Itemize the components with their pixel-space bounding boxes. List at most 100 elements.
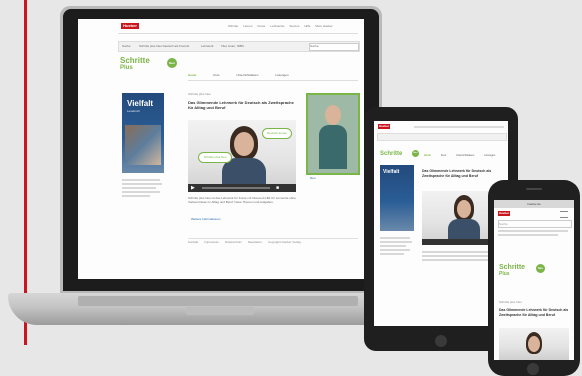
person-shirt bbox=[448, 219, 480, 241]
logo-subtext: Plus bbox=[499, 271, 510, 277]
article-headline: Das Glimmende Lehrwerk für Deutsch als Z… bbox=[188, 100, 294, 110]
caption-line bbox=[380, 253, 404, 255]
keyboard-area bbox=[78, 296, 358, 306]
phone-home-button[interactable] bbox=[527, 363, 539, 375]
breadcrumb: Schritte plus Neu bbox=[499, 300, 522, 304]
book-cover[interactable]: Vielfalt Lesebuch bbox=[122, 93, 164, 173]
tab-home[interactable]: Home bbox=[188, 73, 196, 79]
lehrwerk-dropdown[interactable]: Schritte plus Neu Deutsch als Fremdsprac… bbox=[139, 44, 189, 48]
brand-logo[interactable]: Hueber bbox=[498, 211, 510, 216]
video-player[interactable]: Schritte plus Neu Deutsch lernen ▶ ■ bbox=[188, 120, 296, 192]
nav-item[interactable]: Hilfe bbox=[304, 24, 310, 30]
brand-logo[interactable]: Hueber bbox=[121, 23, 139, 29]
person-face bbox=[457, 200, 471, 218]
caption-line bbox=[380, 237, 410, 239]
nav-item[interactable]: Kurse bbox=[258, 24, 266, 30]
filter-bar: Suche Schritte plus Neu Deutsch als Frem… bbox=[118, 41, 360, 52]
filter-line bbox=[498, 234, 558, 236]
tab-unterrichtsideen[interactable]: Unterrichtsideen bbox=[456, 154, 474, 157]
book-caption-line bbox=[122, 183, 162, 185]
book-caption-line bbox=[122, 187, 156, 189]
footer-item[interactable]: Copyright Hueber Verlag bbox=[268, 240, 301, 244]
progress-track[interactable] bbox=[202, 187, 270, 189]
book-subtitle: Lesebuch bbox=[127, 109, 141, 113]
tab-divider bbox=[188, 80, 358, 81]
body-line bbox=[422, 255, 498, 257]
filter-input[interactable]: Titel, Autor, ISBN bbox=[221, 44, 244, 48]
footer-divider bbox=[188, 238, 358, 239]
nav-item[interactable]: Service bbox=[289, 24, 299, 30]
tab-kurs[interactable]: Kurs bbox=[213, 73, 219, 79]
body-line bbox=[422, 259, 492, 261]
logo-subtext: Plus bbox=[120, 65, 133, 71]
caption-line bbox=[380, 245, 406, 247]
tab-bar: Home Kurs Unterrichtsideen Lösungen bbox=[188, 73, 358, 79]
video-controls[interactable]: ▶ ■ bbox=[188, 184, 296, 192]
tab-home[interactable]: Home bbox=[424, 154, 431, 157]
phone-frame: hueber.de Hueber Suche Schritte Plus Neu… bbox=[488, 180, 580, 376]
schritte-logo[interactable]: Schritte Plus bbox=[120, 56, 150, 72]
logo-badge: Neu bbox=[412, 150, 419, 157]
logo-badge: Neu bbox=[167, 58, 177, 68]
caption-line bbox=[380, 249, 410, 251]
volume-icon[interactable]: ■ bbox=[276, 185, 279, 191]
trackpad bbox=[186, 307, 254, 315]
tab-loesungen[interactable]: Lösungen bbox=[484, 154, 495, 157]
sidebar-image[interactable] bbox=[306, 93, 360, 175]
brand-logo[interactable]: Hueber bbox=[378, 124, 390, 129]
book-caption-line bbox=[122, 195, 150, 197]
search-input[interactable]: Suche bbox=[498, 220, 572, 228]
filter-bar bbox=[377, 133, 507, 141]
book-caption-line bbox=[122, 179, 160, 181]
video-player[interactable] bbox=[499, 328, 569, 360]
tab-bar: Home Kurs Unterrichtsideen Lösungen bbox=[424, 154, 506, 157]
footer-item[interactable]: Newsletter bbox=[248, 240, 262, 244]
nav-item[interactable]: Mein Hueber bbox=[315, 24, 332, 30]
main-nav: Schritte Lernen Kurse Lehrwerke Service … bbox=[228, 24, 358, 30]
nav-item[interactable]: Schritte bbox=[228, 24, 238, 30]
phone-screen: hueber.de Hueber Suche Schritte Plus Neu… bbox=[494, 200, 574, 360]
laptop-lid: Hueber Schritte Lernen Kurse Lehrwerke S… bbox=[60, 6, 382, 293]
phone-speaker bbox=[526, 188, 542, 190]
footer-item[interactable]: Kontakt bbox=[188, 240, 198, 244]
nav-divider bbox=[118, 33, 358, 34]
book-cover[interactable]: Vielfalt bbox=[380, 165, 414, 231]
caption-line bbox=[380, 241, 412, 243]
article-body: Schritte plus Neu ist das Lehrwerk für K… bbox=[188, 196, 296, 204]
tab-unterrichtsideen[interactable]: Unterrichtsideen bbox=[237, 73, 259, 79]
logo-text: Schritte bbox=[380, 151, 403, 157]
logo-badge: Neu bbox=[536, 264, 545, 273]
laptop-screen: Hueber Schritte Lernen Kurse Lehrwerke S… bbox=[78, 19, 364, 279]
tab-loesungen[interactable]: Lösungen bbox=[275, 73, 288, 79]
book-caption-line bbox=[122, 191, 160, 193]
footer-item[interactable]: Datenschutz bbox=[225, 240, 242, 244]
filter-line bbox=[498, 230, 568, 232]
tablet-home-button[interactable] bbox=[435, 335, 447, 347]
tab-kurs[interactable]: Kurs bbox=[441, 154, 446, 157]
article-link[interactable]: Weitere Informationen bbox=[191, 217, 220, 221]
speech-bubble: Schritte plus Neu bbox=[198, 152, 232, 163]
search-input[interactable]: Suche bbox=[309, 43, 359, 51]
nav-placeholder bbox=[414, 126, 504, 128]
nav-item[interactable]: Lehrwerke bbox=[270, 24, 284, 30]
book-title: Vielfalt bbox=[127, 99, 154, 108]
nav-item[interactable]: Lernen bbox=[243, 24, 252, 30]
phone-urlbar[interactable]: hueber.de bbox=[494, 200, 574, 208]
logo-text: Schritte bbox=[120, 56, 150, 65]
person-face bbox=[234, 132, 254, 156]
play-icon[interactable]: ▶ bbox=[191, 185, 195, 191]
device-mockup-scene: { "brand": {"logo": "Hueber", "color": "… bbox=[0, 0, 582, 376]
speech-bubble: Deutsch lernen bbox=[262, 128, 292, 139]
breadcrumb: Schritte plus Neu bbox=[188, 92, 211, 96]
article-headline: Das Glimmende Lehrwerk für Deutsch als Z… bbox=[499, 308, 569, 317]
sidebar-face bbox=[325, 105, 341, 125]
logo-text: Schritte bbox=[499, 264, 526, 271]
footer-item[interactable]: Impressum bbox=[204, 240, 219, 244]
menu-icon[interactable] bbox=[560, 211, 568, 218]
filter-button[interactable]: Suche bbox=[122, 44, 131, 48]
filter-label: Lehrwerk bbox=[201, 44, 214, 48]
sidebar-shirt bbox=[319, 125, 347, 169]
person-face bbox=[528, 336, 540, 352]
footer-nav: Kontakt Impressum Datenschutz Newsletter… bbox=[188, 240, 358, 244]
sidebar-link[interactable]: Neu bbox=[310, 176, 316, 180]
